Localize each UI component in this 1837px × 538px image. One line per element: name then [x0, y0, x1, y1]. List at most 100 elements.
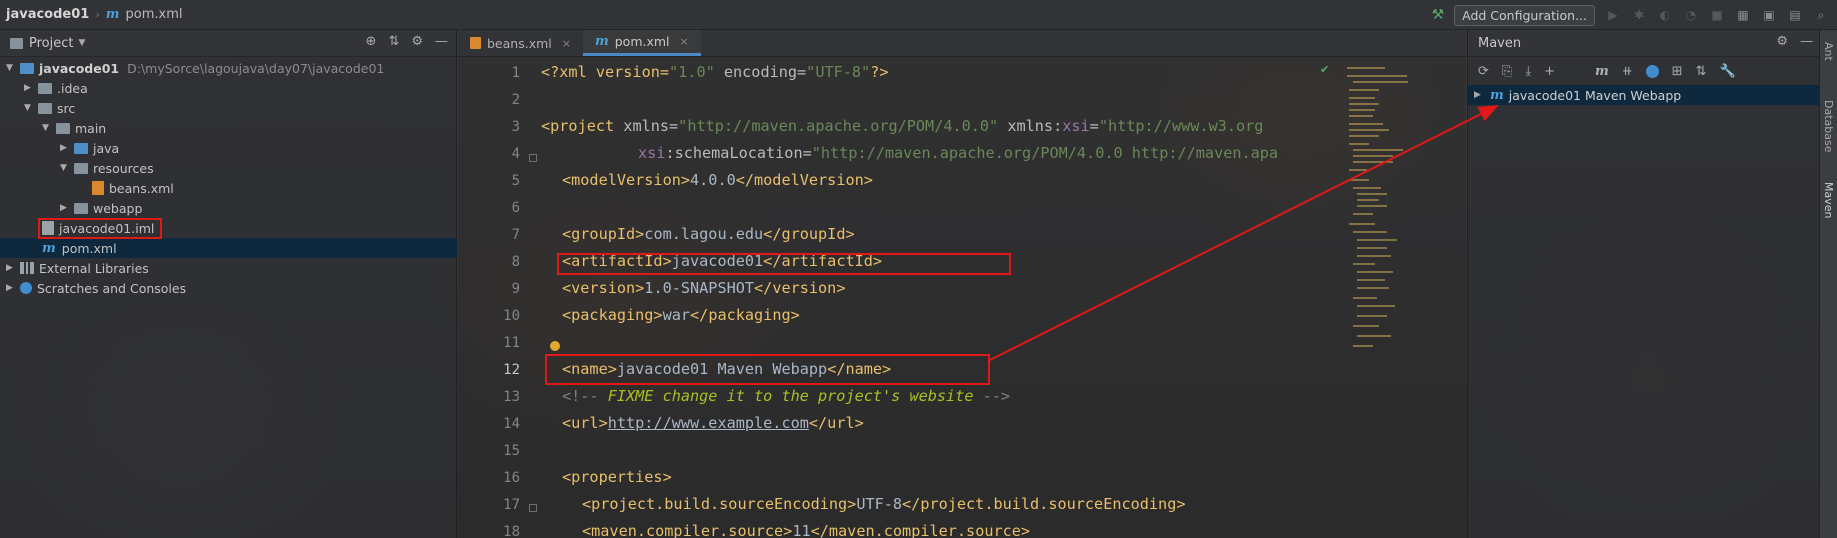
chevron-down-icon[interactable]: ▼	[24, 103, 34, 113]
minimap-line	[1353, 325, 1379, 327]
wrench-icon[interactable]: 🔧	[1719, 64, 1735, 79]
breadcrumb-project[interactable]: javacode01	[6, 7, 89, 22]
layout-icon[interactable]: ▣	[1761, 7, 1777, 23]
code-line-16: <properties>	[562, 468, 672, 486]
xml-decl-end: ?>	[870, 63, 889, 81]
presentation-icon[interactable]: ▤	[1787, 7, 1803, 23]
close-icon[interactable]: ×	[562, 37, 571, 50]
maven-panel: Maven ⚙ — ⟳ ⎘ ⤓ + m ⧺ ⊞ ⇅ 🔧 ▶ m javacode…	[1467, 30, 1820, 538]
minimap-line	[1357, 205, 1387, 207]
code-line-5: <modelVersion>4.0.0</modelVersion>	[562, 171, 873, 189]
locate-icon[interactable]: ⊕	[366, 34, 377, 49]
url-link[interactable]: http://www.example.com	[608, 414, 809, 432]
tag-open: <version>	[562, 279, 645, 297]
tree-item-external-libraries[interactable]: ▶ External Libraries	[6, 258, 149, 278]
tree-item-src[interactable]: ▼ src	[24, 98, 75, 118]
code-line-9: <version>1.0-SNAPSHOT</version>	[562, 279, 845, 297]
toggle-offline-icon[interactable]: ⧺	[1622, 64, 1633, 79]
tree-item-main[interactable]: ▼ main	[42, 118, 106, 138]
maven-file-icon: m	[42, 240, 56, 256]
library-icon	[20, 262, 34, 274]
minimap-line	[1353, 161, 1393, 163]
tree-item-scratches[interactable]: ▶ Scratches and Consoles	[6, 278, 186, 298]
maven-panel-title: Maven	[1478, 35, 1522, 51]
breadcrumb-file[interactable]: pom.xml	[126, 7, 183, 22]
build-hammer-icon[interactable]: ⚒	[1432, 7, 1445, 23]
attr-name: xmlns:	[998, 117, 1063, 135]
generate-sources-icon[interactable]: ⎘	[1502, 64, 1512, 79]
attr-value: "http://maven.apache.org/POM/4.0.0 http:…	[811, 144, 1279, 162]
chevron-right-icon[interactable]: ▶	[60, 203, 70, 213]
minimap-line	[1349, 169, 1367, 171]
add-icon[interactable]: +	[1544, 64, 1555, 79]
folder-icon	[38, 82, 52, 94]
minimap-line	[1349, 103, 1379, 105]
chevron-down-icon[interactable]: ▼	[60, 163, 70, 173]
code-line-10: <packaging>war</packaging>	[562, 306, 800, 324]
execute-goal-icon[interactable]: m	[1595, 64, 1609, 79]
chevron-right-icon[interactable]: ▶	[24, 83, 34, 93]
tab-pom-xml[interactable]: m pom.xml ×	[582, 30, 701, 56]
maven-project-item[interactable]: ▶ m javacode01 Maven Webapp	[1468, 85, 1820, 105]
tag-open: <groupId>	[562, 225, 645, 243]
tree-item-java[interactable]: ▶ java	[60, 138, 119, 158]
chevron-right-icon[interactable]: ▶	[60, 143, 70, 153]
download-icon[interactable]: ⤓	[1525, 64, 1531, 79]
code-minimap[interactable]	[1343, 57, 1463, 357]
chevron-down-icon[interactable]: ▼	[78, 38, 85, 48]
annotation-box-iml	[38, 218, 162, 239]
reload-icon[interactable]: ⟳	[1478, 64, 1489, 79]
chevron-right-icon[interactable]: ▶	[6, 263, 16, 273]
chevron-right-icon[interactable]: ▶	[1474, 90, 1484, 100]
minimap-line	[1357, 255, 1391, 257]
tag-open: <packaging>	[562, 306, 663, 324]
minimap-line	[1349, 109, 1375, 111]
gear-icon[interactable]: ⚙	[1776, 34, 1788, 49]
tree-item-beans-xml[interactable]: beans.xml	[88, 178, 174, 198]
tree-item-resources[interactable]: ▼ resources	[60, 158, 154, 178]
tree-item-pom-xml[interactable]: m pom.xml	[0, 238, 457, 258]
tag-close: </packaging>	[690, 306, 800, 324]
xml-file-icon	[470, 37, 481, 49]
debug-icon[interactable]: ✱	[1631, 7, 1647, 23]
stop-icon[interactable]: ■	[1709, 7, 1725, 23]
tree-item-webapp[interactable]: ▶ webapp	[60, 198, 142, 218]
add-configuration-button[interactable]: Add Configuration...	[1454, 4, 1595, 26]
project-panel-title[interactable]: Project	[29, 36, 73, 51]
collapse-all-icon[interactable]: ⇅	[388, 34, 399, 49]
search-icon[interactable]: ⌕	[1813, 7, 1829, 23]
minimap-line	[1353, 81, 1408, 83]
chevron-down-icon[interactable]: ▼	[6, 63, 16, 73]
collapse-all-icon[interactable]: ⇅	[1696, 64, 1707, 79]
hide-icon[interactable]: —	[1800, 34, 1813, 49]
chevron-down-icon[interactable]: ▼	[42, 123, 52, 133]
tag-open: <modelVersion>	[562, 171, 691, 189]
breadcrumb: javacode01 › m pom.xml	[0, 7, 182, 22]
code-area[interactable]: <?xml version="1.0" encoding="UTF-8"?> <…	[458, 57, 1358, 538]
tree-item-project-root[interactable]: ▼ javacode01 D:\mySorce\lagoujava\day07\…	[6, 58, 384, 78]
minimap-line	[1353, 345, 1373, 347]
project-structure-icon[interactable]: ▦	[1735, 7, 1751, 23]
run-icon[interactable]: ▶	[1605, 7, 1621, 23]
tag-text: 4.0.0	[690, 171, 736, 189]
stripe-tab-maven[interactable]: Maven	[1822, 182, 1835, 218]
hide-icon[interactable]: —	[435, 34, 448, 49]
skip-tests-icon[interactable]	[1645, 64, 1659, 78]
coverage-icon[interactable]: ◐	[1657, 7, 1673, 23]
code-line-17: <project.build.sourceEncoding>UTF-8</pro…	[582, 495, 1185, 513]
profile-icon[interactable]: ◔	[1683, 7, 1699, 23]
stripe-tab-ant[interactable]: Ant	[1822, 42, 1835, 61]
tree-item-label: pom.xml	[61, 240, 117, 256]
chevron-right-icon[interactable]: ▶	[6, 283, 16, 293]
maven-project-label: javacode01 Maven Webapp	[1508, 87, 1682, 103]
minimap-line	[1357, 335, 1391, 337]
stripe-tab-database[interactable]: Database	[1822, 100, 1835, 153]
tree-item-idea[interactable]: ▶ .idea	[24, 78, 88, 98]
tab-beans-xml[interactable]: beans.xml ×	[458, 30, 583, 56]
gear-icon[interactable]: ⚙	[411, 34, 423, 49]
minimap-line	[1347, 67, 1385, 69]
close-icon[interactable]: ×	[680, 35, 689, 48]
attr-value: "http://maven.apache.org/POM/4.0.0"	[678, 117, 999, 135]
editor: beans.xml × m pom.xml × ✔ 1 2 3 4 5 6 7 …	[458, 30, 1466, 538]
show-dependencies-icon[interactable]: ⊞	[1672, 64, 1683, 79]
